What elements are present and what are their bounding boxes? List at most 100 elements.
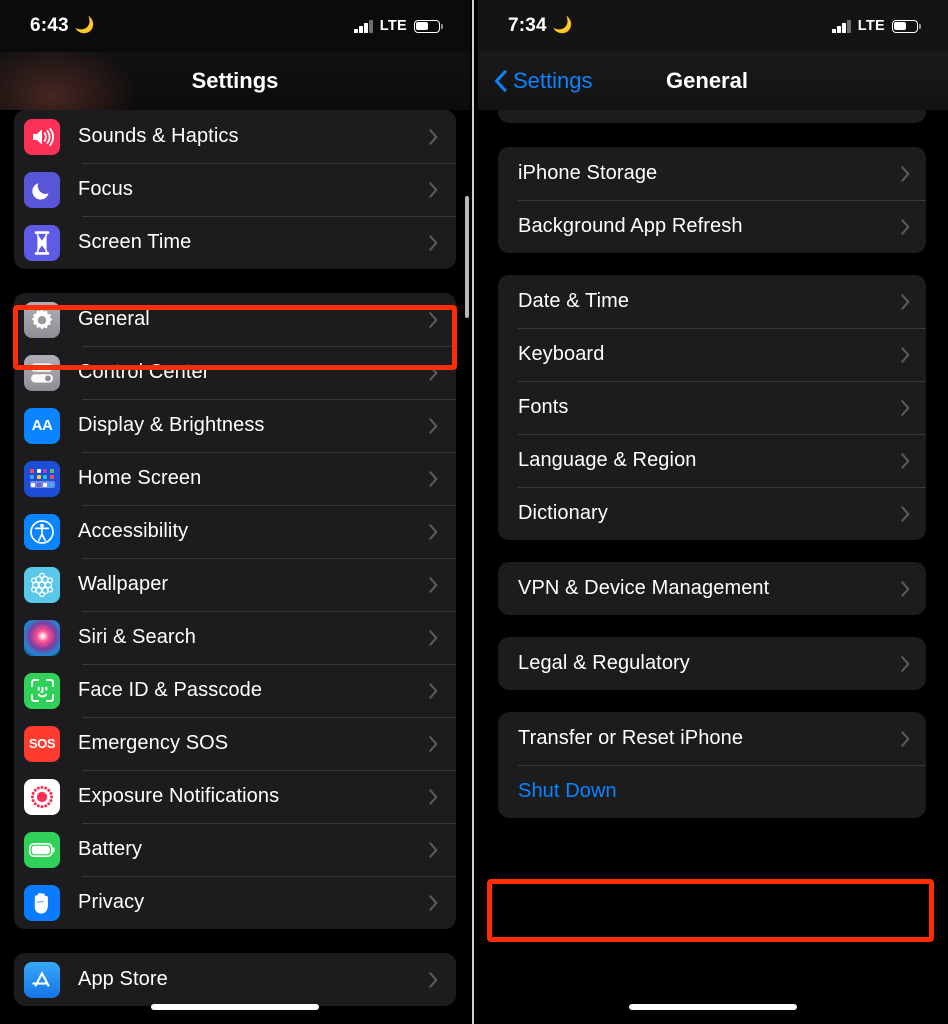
settings-row-label: Home Screen [78,467,202,489]
settings-row-display-brightness[interactable]: AA Display & Brightness [14,399,456,452]
general-row-label: Shut Down [518,780,617,802]
accessibility-person-icon [24,513,60,550]
settings-row-siri-search[interactable]: Siri & Search [14,611,456,664]
settings-row-screen-time[interactable]: Screen Time [14,216,456,269]
chevron-left-icon [494,70,507,92]
settings-row-label: Wallpaper [78,573,169,595]
chevron-right-icon [429,523,438,540]
network-type-label: LTE [379,18,407,34]
general-row-language-region[interactable]: Language & Region [498,434,926,487]
settings-row-exposure-notifications[interactable]: Exposure Notifications [14,770,456,823]
settings-list-scroll[interactable]: Sounds & Haptics Focus Screen Time General C… [0,0,470,1006]
general-group: VPN & Device Management [498,562,926,615]
chevron-right-icon [901,452,910,469]
chevron-right-icon [429,971,438,988]
page-title: Settings [191,68,279,93]
general-row-vpn-device-management[interactable]: VPN & Device Management [498,562,926,615]
sos-icon: SOS [24,725,60,762]
settings-row-label: Face ID & Passcode [78,679,263,701]
chevron-right-icon [901,399,910,416]
moon-icon: 🌙 [552,17,573,34]
general-row-shut-down[interactable]: Shut Down [498,765,926,818]
chevron-right-icon [429,682,438,699]
general-row-fonts[interactable]: Fonts [498,381,926,434]
settings-row-emergency-sos[interactable]: SOS Emergency SOS [14,717,456,770]
general-row-date-time[interactable]: Date & Time [498,275,926,328]
settings-row-general[interactable]: General [14,293,456,346]
general-group: Date & Time Keyboard Fonts Language & Regio… [498,275,926,540]
chevron-right-icon [429,788,438,805]
status-time: 6:43 [30,15,69,36]
settings-row-wallpaper[interactable]: Wallpaper [14,558,456,611]
settings-row-label: Focus [78,178,133,200]
network-type-label: LTE [857,18,885,34]
settings-row-privacy[interactable]: Privacy [14,876,456,929]
general-group: Legal & Regulatory [498,637,926,690]
general-row-label: Dictionary [518,502,608,524]
back-button[interactable]: Settings [494,68,593,94]
left-status-bar: 6:43 🌙 LTE [0,0,470,52]
left-phone-panel: Sounds & Haptics Focus Screen Time General C… [0,0,470,1024]
general-row-dictionary[interactable]: Dictionary [498,487,926,540]
settings-row-label: Display & Brightness [78,414,265,436]
dual-phone-screenshot: Sounds & Haptics Focus Screen Time General C… [0,0,948,1024]
settings-group: Sounds & Haptics Focus Screen Time [14,110,456,269]
chevron-right-icon [901,505,910,522]
chevron-right-icon [429,470,438,487]
status-time-group: 6:43 🌙 [30,15,95,37]
settings-row-face-id-passcode[interactable]: Face ID & Passcode [14,664,456,717]
battery-icon [892,19,922,33]
settings-row-label: Accessibility [78,520,189,542]
battery-icon [24,831,60,868]
settings-row-home-screen[interactable]: Home Screen [14,452,456,505]
general-row-keyboard[interactable]: Keyboard [498,328,926,381]
home-indicator[interactable] [629,1004,797,1010]
settings-group: General Control Center AA Display & Brightn… [14,293,456,929]
chevron-right-icon [901,730,910,747]
home-indicator[interactable] [151,1004,319,1010]
general-row-label: Background App Refresh [518,215,743,237]
chevron-right-icon [429,311,438,328]
panel-divider [472,0,474,1024]
chevron-right-icon [429,629,438,646]
settings-row-accessibility[interactable]: Accessibility [14,505,456,558]
general-row-label: Language & Region [518,449,697,471]
chevron-right-icon [429,128,438,145]
settings-row-label: App Store [78,968,168,990]
hourglass-icon [24,224,60,261]
settings-row-app-store[interactable]: App Store [14,953,456,1006]
scrollbar-thumb[interactable] [465,196,469,318]
general-row-label: VPN & Device Management [518,577,770,599]
chevron-right-icon [429,735,438,752]
right-nav-bar: General Settings [478,52,948,110]
settings-row-label: Battery [78,838,143,860]
settings-row-battery[interactable]: Battery [14,823,456,876]
chevron-right-icon [429,417,438,434]
general-row-label: Keyboard [518,343,605,365]
face-id-icon [24,672,60,709]
settings-row-label: Control Center [78,361,210,383]
general-row-iphone-storage[interactable]: iPhone Storage [498,147,926,200]
general-row-transfer-or-reset-iphone[interactable]: Transfer or Reset iPhone [498,712,926,765]
chevron-right-icon [901,293,910,310]
general-row-legal-regulatory[interactable]: Legal & Regulatory [498,637,926,690]
chevron-right-icon [901,580,910,597]
settings-row-label: Siri & Search [78,626,197,648]
settings-row-focus[interactable]: Focus [14,163,456,216]
chevron-right-icon [901,218,910,235]
flower-icon [24,566,60,603]
settings-row-sounds-haptics[interactable]: Sounds & Haptics [14,110,456,163]
toggles-icon [24,354,60,391]
chevron-right-icon [429,841,438,858]
back-button-label: Settings [513,68,593,93]
general-row-background-app-refresh[interactable]: Background App Refresh [498,200,926,253]
general-list-scroll[interactable]: CarPlayiPhone StorageBackground App Refr… [478,70,948,818]
general-row-label: Date & Time [518,290,630,312]
status-time-group: 7:34 🌙 [508,15,573,37]
settings-row-control-center[interactable]: Control Center [14,346,456,399]
